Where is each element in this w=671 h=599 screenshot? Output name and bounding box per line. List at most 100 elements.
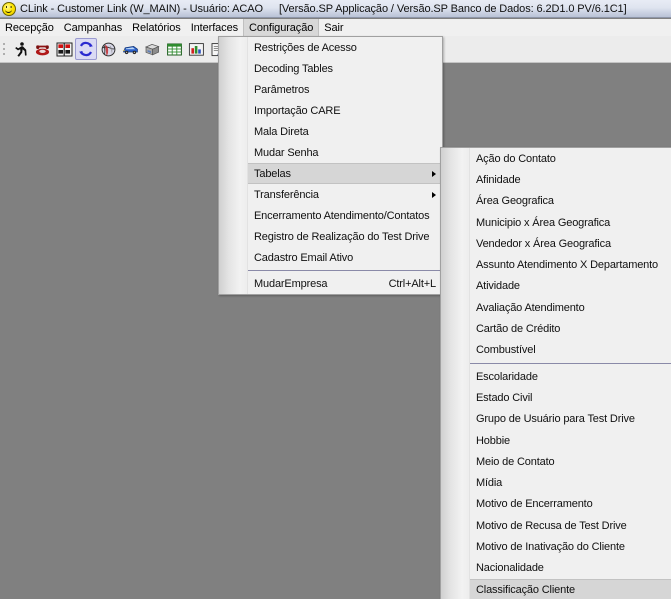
chevron-right-icon — [432, 170, 436, 177]
chevron-right-icon — [432, 191, 436, 198]
submenu-item-motivo-de-inativacao-do-cliente[interactable]: Motivo de Inativação do Cliente — [470, 536, 671, 557]
window-version-info: [Versão.SP Applicação / Versão.SP Banco … — [278, 2, 627, 15]
submenu-item-motivo-de-recusa-de-test-drive[interactable]: Motivo de Recusa de Test Drive — [470, 515, 671, 536]
toolbar-button-boxes[interactable] — [141, 38, 163, 60]
menu-item-label: Restrições de Acesso — [254, 41, 357, 54]
submenu-item-label: Área Geografica — [476, 195, 554, 208]
submenu-item-label: Mídia — [476, 477, 503, 490]
window-title: CLink - Customer Link (W_MAIN) - Usuário… — [20, 2, 263, 15]
menubar-item-interfaces[interactable]: Interfaces — [186, 19, 243, 36]
submenu-item-acao-do-contato[interactable]: Ação do Contato — [470, 148, 671, 169]
menubar-item-recepcao[interactable]: Recepção — [0, 19, 59, 36]
toolbar-button-running-man[interactable] — [9, 38, 31, 60]
menu-item-mudar-empresa[interactable]: MudarEmpresa Ctrl+Alt+L — [248, 273, 442, 294]
menu-item-mala-direta[interactable]: Mala Direta — [248, 121, 442, 142]
toolbar-button-switchboard[interactable] — [53, 38, 75, 60]
menu-item-restricoes-de-acesso[interactable]: Restrições de Acesso — [248, 37, 442, 58]
menu-item-label: Encerramento Atendimento/Contatos — [254, 209, 430, 222]
globe-icon — [101, 42, 115, 56]
menu-item-cadastro-email-ativo[interactable]: Cadastro Email Ativo — [248, 247, 442, 268]
car-icon — [122, 45, 138, 54]
submenu-item-label: Grupo de Usuário para Test Drive — [476, 413, 635, 426]
submenu-item-label: Motivo de Inativação do Cliente — [476, 540, 625, 553]
submenu-item-grupo-de-usuario-para-test-drive[interactable]: Grupo de Usuário para Test Drive — [470, 409, 671, 430]
toolbar-grip[interactable] — [1, 40, 7, 58]
menu-item-accelerator: Ctrl+Alt+L — [388, 277, 437, 290]
submenu-item-label: Motivo de Encerramento — [476, 498, 593, 511]
menu-item-transferencia[interactable]: Transferência — [248, 184, 442, 205]
submenu-item-label: Municipio x Área Geografica — [476, 216, 611, 229]
submenu-item-label: Ação do Contato — [476, 152, 556, 165]
switchboard-icon — [56, 42, 72, 56]
menubar-item-relatorios[interactable]: Relatórios — [127, 19, 186, 36]
submenu-separator — [470, 362, 671, 364]
toolbar-button-globe[interactable] — [97, 38, 119, 60]
menu-item-encerramento-atendimento-contatos[interactable]: Encerramento Atendimento/Contatos — [248, 205, 442, 226]
submenu-item-atividade[interactable]: Atividade — [470, 276, 671, 297]
submenu-item-label: Meio de Contato — [476, 455, 555, 468]
submenu-item-afinidade[interactable]: Afinidade — [470, 169, 671, 190]
menu-item-label: Mudar Senha — [254, 146, 319, 159]
toolbar-button-grid-table[interactable] — [163, 38, 185, 60]
menu-item-parametros[interactable]: Parâmetros — [248, 79, 442, 100]
submenu-item-label: Cartão de Crédito — [476, 323, 561, 336]
toolbar-button-refresh-cycle[interactable] — [75, 38, 97, 60]
submenu-item-combustivel[interactable]: Combustível — [470, 340, 671, 361]
menu-item-label: Transferência — [254, 188, 319, 201]
title-bar: CLink - Customer Link (W_MAIN) - Usuário… — [0, 0, 671, 18]
menu-item-list: Restrições de Acesso Decoding Tables Par… — [248, 37, 442, 294]
submenu-item-label: Nacionalidade — [476, 562, 544, 575]
submenu-item-estado-civil[interactable]: Estado Civil — [470, 387, 671, 408]
submenu-item-escolaridade[interactable]: Escolaridade — [470, 366, 671, 387]
submenu-item-nacionalidade[interactable]: Nacionalidade — [470, 558, 671, 579]
tabelas-submenu: Ação do Contato Afinidade Área Geografic… — [440, 147, 671, 599]
telephone-icon — [35, 44, 49, 55]
menu-item-label: Importação CARE — [254, 104, 341, 117]
submenu-item-hobbie[interactable]: Hobbie — [470, 430, 671, 451]
menu-bar: Recepção Campanhas Relatórios Interfaces… — [0, 19, 671, 36]
submenu-item-municipio-x-area-geografica[interactable]: Municipio x Área Geografica — [470, 212, 671, 233]
menu-item-label: Cadastro Email Ativo — [254, 251, 354, 264]
submenu-item-label: Classificação Cliente — [476, 583, 575, 596]
submenu-item-label: Motivo de Recusa de Test Drive — [476, 519, 627, 532]
submenu-item-list: Ação do Contato Afinidade Área Geografic… — [470, 148, 671, 599]
menu-item-importacao-care[interactable]: Importação CARE — [248, 100, 442, 121]
configuracao-dropdown-menu: Restrições de Acesso Decoding Tables Par… — [218, 36, 443, 295]
submenu-item-label: Afinidade — [476, 173, 521, 186]
submenu-item-label: Combustível — [476, 344, 536, 357]
submenu-item-classificacao-cliente[interactable]: Classificação Cliente — [470, 578, 671, 599]
toolbar-button-bar-chart[interactable] — [185, 38, 207, 60]
submenu-item-label: Hobbie — [476, 434, 510, 447]
menubar-item-configuracao[interactable]: Configuração — [243, 19, 320, 36]
menubar-item-sair[interactable]: Sair — [319, 19, 348, 36]
toolbar-button-car[interactable] — [119, 38, 141, 60]
submenu-item-area-geografica[interactable]: Área Geografica — [470, 191, 671, 212]
submenu-item-vendedor-x-area-geografica[interactable]: Vendedor x Área Geografica — [470, 233, 671, 254]
menu-item-decoding-tables[interactable]: Decoding Tables — [248, 58, 442, 79]
submenu-gutter — [441, 148, 470, 599]
submenu-item-avaliacao-atendimento[interactable]: Avaliação Atendimento — [470, 297, 671, 318]
application-window: CLink - Customer Link (W_MAIN) - Usuário… — [0, 0, 671, 599]
menu-item-registro-realizacao-test-drive[interactable]: Registro de Realização do Test Drive — [248, 226, 442, 247]
submenu-item-meio-de-contato[interactable]: Meio de Contato — [470, 451, 671, 472]
menu-item-label: Decoding Tables — [254, 62, 333, 75]
submenu-item-label: Estado Civil — [476, 391, 533, 404]
submenu-item-label: Vendedor x Área Geografica — [476, 237, 611, 250]
submenu-item-cartao-de-credito[interactable]: Cartão de Crédito — [470, 318, 671, 339]
refresh-cycle-icon — [79, 41, 93, 57]
toolbar-button-telephone[interactable] — [31, 38, 53, 60]
submenu-item-assunto-atendimento-x-departamento[interactable]: Assunto Atendimento X Departamento — [470, 254, 671, 275]
submenu-item-label: Avaliação Atendimento — [476, 301, 585, 314]
running-man-icon — [14, 41, 27, 57]
submenu-item-midia[interactable]: Mídia — [470, 472, 671, 493]
smiley-face-icon — [2, 1, 16, 16]
menu-item-mudar-senha[interactable]: Mudar Senha — [248, 142, 442, 163]
menu-item-label: Tabelas — [254, 167, 291, 180]
submenu-item-label: Escolaridade — [476, 370, 538, 383]
menu-item-label: Registro de Realização do Test Drive — [254, 230, 430, 243]
menu-item-tabelas[interactable]: Tabelas — [248, 163, 442, 184]
menubar-item-campanhas[interactable]: Campanhas — [59, 19, 127, 36]
menu-item-label: MudarEmpresa — [254, 277, 328, 290]
boxes-icon — [144, 43, 160, 55]
submenu-item-motivo-de-encerramento[interactable]: Motivo de Encerramento — [470, 494, 671, 515]
